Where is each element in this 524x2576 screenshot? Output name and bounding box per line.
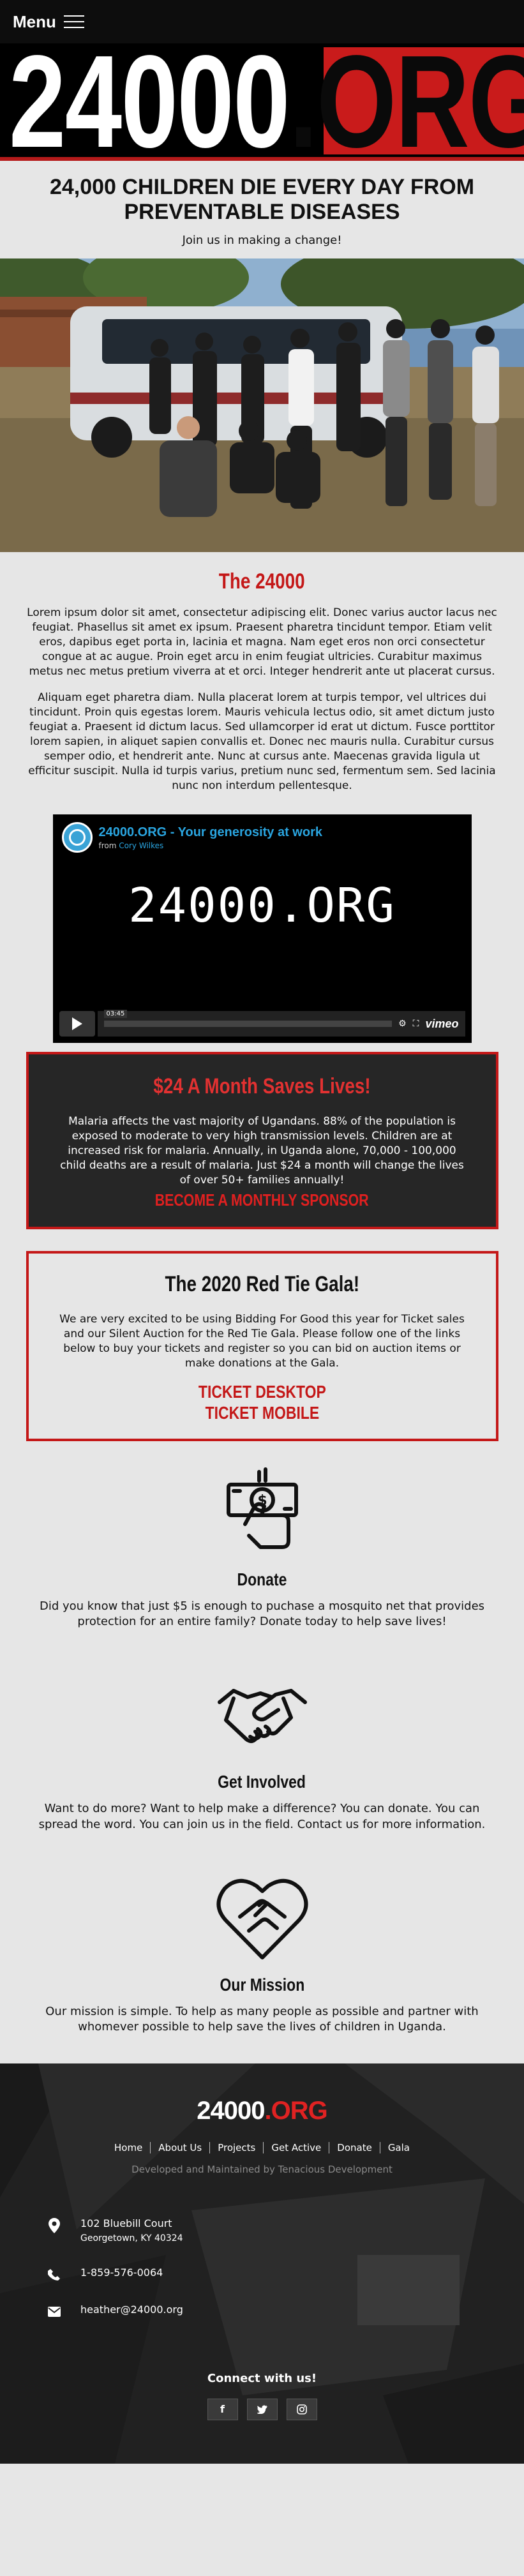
logo-banner: 24000.ORG (0, 43, 524, 161)
play-button[interactable] (59, 1011, 95, 1037)
footer-nav-donate[interactable]: Donate (329, 2141, 380, 2153)
sponsor-title: $24 A Month Saves Lives! (153, 1074, 371, 1099)
feature-donate-text: Did you know that just $5 is enough to p… (39, 1599, 485, 1629)
about-title: The 24000 (219, 569, 305, 594)
phone-icon (46, 2266, 63, 2283)
hero: 24,000 CHILDREN DIE EVERY DAY FROM PREVE… (0, 161, 524, 258)
hamburger-menu-icon[interactable] (63, 15, 84, 28)
footer-nav-gala[interactable]: Gala (380, 2142, 417, 2153)
handshake-icon (217, 1689, 307, 1744)
feature-our-mission-text: Our mission is simple. To help as many p… (45, 2005, 479, 2034)
about-paragraph-1: Lorem ipsum dolor sit amet, consectetur … (27, 606, 497, 678)
video-control-bar: 03:45 ⚙ ⛶ vimeo (97, 1010, 465, 1037)
donate-money-hand-icon: $ (226, 1467, 298, 1549)
feature-donate-title: Donate (237, 1569, 287, 1589)
footer-logo[interactable]: 24000.ORG (0, 2097, 524, 2125)
footer-email[interactable]: heather@24000.org (46, 2303, 183, 2320)
svg-text:$: $ (257, 1493, 267, 1509)
about-paragraph-2: Aliquam eget pharetra diam. Nulla placer… (28, 691, 496, 792)
heart-hands-icon (216, 1879, 308, 1960)
video-screen-text: 24000.ORG (128, 878, 396, 934)
ticket-desktop-link[interactable]: TICKET DESKTOP (54, 1381, 470, 1402)
footer-nav-about-us[interactable]: About Us (151, 2141, 211, 2153)
envelope-icon (46, 2303, 63, 2320)
footer-phone[interactable]: 1-859-576-0064 (46, 2266, 163, 2283)
video-time: 03:45 (103, 1010, 128, 1019)
ticket-mobile-link[interactable]: TICKET MOBILE (54, 1402, 470, 1423)
become-sponsor-link[interactable]: BECOME A MONTHLY SPONSOR (54, 1190, 470, 1210)
fullscreen-icon[interactable]: ⛶ (413, 1019, 419, 1029)
hero-tagline: Join us in making a change! (182, 234, 342, 248)
facebook-icon[interactable]: f (207, 2398, 238, 2420)
footer-nav-projects[interactable]: Projects (210, 2141, 264, 2153)
developer-credit[interactable]: Developed and Maintained by Tenacious De… (0, 2164, 524, 2175)
feature-donate: $ Donate Did you know that just $5 is en… (0, 1463, 524, 1630)
social-links: f (0, 2398, 524, 2420)
gala-box: The 2020 Red Tie Gala! We are very excit… (26, 1251, 498, 1441)
vimeo-logo[interactable]: vimeo (425, 1017, 458, 1031)
feature-get-involved: Get Involved Want to do more? Want to he… (0, 1665, 524, 1832)
video-player[interactable]: 24000.ORG - Your generosity at work from… (52, 814, 472, 1044)
channel-avatar[interactable] (61, 822, 93, 853)
site-footer: 24000.ORG Home About Us Projects Get Act… (0, 2063, 524, 2464)
gala-text: We are very excited to be using Bidding … (59, 1313, 465, 1370)
play-icon (71, 1017, 82, 1031)
site-logo[interactable]: 24000.ORG (9, 43, 524, 157)
hero-headline: 24,000 CHILDREN DIE EVERY DAY FROM PREVE… (49, 175, 475, 225)
feature-our-mission-title: Our Mission (220, 1975, 304, 1995)
video-byline: from Cory Wilkes (98, 841, 164, 850)
feature-get-involved-title: Get Involved (218, 1772, 306, 1792)
group-photo-illustration (0, 258, 524, 553)
instagram-icon[interactable] (286, 2398, 317, 2420)
connect-heading: Connect with us! (207, 2371, 317, 2385)
sponsor-text: Malaria affects the vast majority of Uga… (60, 1115, 464, 1187)
settings-gear-icon[interactable]: ⚙ (398, 1019, 407, 1029)
address-line-1: 102 Bluebill Court (80, 2217, 172, 2229)
email-address[interactable]: heather@24000.org (80, 2303, 183, 2316)
footer-address: 102 Bluebill Court Georgetown, KY 40324 (46, 2217, 183, 2243)
twitter-icon[interactable] (246, 2398, 278, 2420)
footer-nav-get-active[interactable]: Get Active (264, 2141, 330, 2153)
gala-title: The 2020 Red Tie Gala! (165, 1272, 359, 1297)
top-nav-bar: Menu (0, 0, 524, 43)
video-controls: 03:45 ⚙ ⛶ vimeo (59, 1010, 465, 1037)
feature-our-mission: Our Mission Our mission is simple. To he… (0, 1868, 524, 2035)
video-title[interactable]: 24000.ORG - Your generosity at work (99, 825, 323, 840)
footer-nav: Home About Us Projects Get Active Donate… (0, 2141, 524, 2153)
map-pin-icon (46, 2217, 63, 2234)
phone-number[interactable]: 1-859-576-0064 (80, 2266, 163, 2279)
group-photo (0, 258, 524, 553)
footer-nav-home[interactable]: Home (107, 2141, 151, 2153)
video-header: 24000.ORG - Your generosity at work from… (61, 822, 323, 853)
menu-label[interactable]: Menu (13, 12, 56, 32)
about-section: The 24000 Lorem ipsum dolor sit amet, co… (0, 569, 524, 793)
video-progress-track[interactable]: 03:45 (103, 1010, 393, 1028)
address-line-2: Georgetown, KY 40324 (80, 2233, 183, 2243)
feature-get-involved-text: Want to do more? Want to help make a dif… (38, 1802, 486, 1831)
sponsor-box: $24 A Month Saves Lives! Malaria affects… (26, 1052, 498, 1230)
video-author-link[interactable]: Cory Wilkes (119, 841, 163, 850)
